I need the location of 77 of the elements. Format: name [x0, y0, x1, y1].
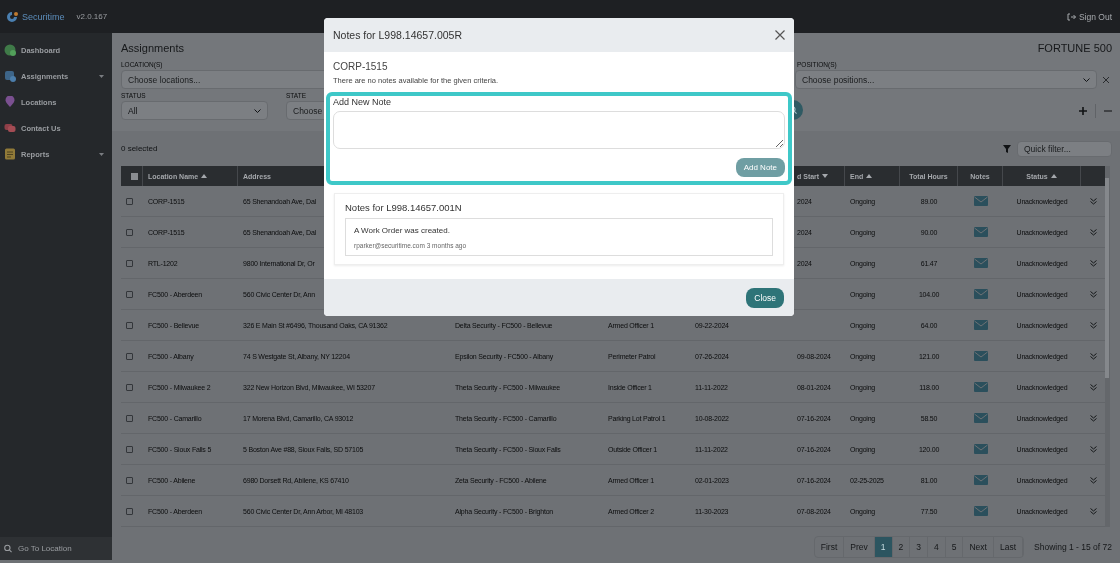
- row-checkbox[interactable]: [126, 507, 133, 515]
- row-checkbox[interactable]: [126, 321, 133, 329]
- row-checkbox[interactable]: [126, 197, 133, 205]
- status-select[interactable]: All: [121, 101, 268, 120]
- double-chevron-down-icon[interactable]: [1089, 507, 1097, 515]
- note-text: A Work Order was created.: [354, 226, 451, 235]
- row-checkbox[interactable]: [126, 259, 133, 267]
- envelope-icon[interactable]: [973, 258, 988, 268]
- page-button[interactable]: 4: [928, 537, 946, 557]
- row-checkbox[interactable]: [126, 476, 133, 484]
- envelope-icon[interactable]: [973, 413, 988, 423]
- row-checkbox[interactable]: [126, 352, 133, 360]
- envelope-icon[interactable]: [973, 289, 988, 299]
- row-checkbox[interactable]: [126, 228, 133, 236]
- sign-out-icon: [1066, 12, 1076, 21]
- envelope-icon[interactable]: [973, 382, 988, 392]
- envelope-icon[interactable]: [973, 227, 988, 237]
- envelope-icon[interactable]: [973, 506, 988, 516]
- menu-icon: [4, 122, 16, 134]
- double-chevron-down-icon[interactable]: [1089, 383, 1097, 391]
- double-chevron-down-icon[interactable]: [1089, 290, 1097, 298]
- client-name: FORTUNE 500: [1037, 42, 1112, 54]
- plus-icon[interactable]: [1079, 106, 1087, 115]
- logo-text: Securitime: [22, 11, 65, 22]
- envelope-icon[interactable]: [973, 351, 988, 361]
- double-chevron-down-icon[interactable]: [1089, 321, 1097, 329]
- row-checkbox[interactable]: [126, 414, 133, 422]
- search-icon: [4, 544, 12, 553]
- envelope-icon[interactable]: [973, 475, 988, 485]
- menu-icon: [4, 44, 16, 56]
- close-icon: [1102, 76, 1109, 83]
- version-label: v2.0.167: [76, 12, 108, 21]
- quick-filter-field[interactable]: Quick filter...: [1017, 140, 1112, 157]
- close-icon: [775, 30, 785, 40]
- close-button[interactable]: [775, 30, 785, 40]
- row-checkbox[interactable]: [126, 445, 133, 453]
- double-chevron-down-icon[interactable]: [1089, 476, 1097, 484]
- logo-icon: [5, 10, 19, 23]
- page-button[interactable]: 5: [945, 537, 964, 557]
- field-label: Add New Note: [333, 97, 393, 107]
- envelope-icon[interactable]: [973, 320, 988, 330]
- chevron-down-icon: [1083, 77, 1090, 82]
- page-button[interactable]: Last: [993, 537, 1023, 557]
- select-all-checkbox[interactable]: [131, 172, 138, 180]
- menu-icon: [4, 96, 16, 108]
- double-chevron-down-icon[interactable]: [1089, 352, 1097, 360]
- note-input[interactable]: [333, 111, 785, 149]
- go-to-location-field[interactable]: Go To Location: [0, 537, 112, 560]
- close-button[interactable]: Close: [746, 287, 784, 308]
- modal-title: Notes for L998.14657.005R: [333, 29, 462, 41]
- notes-title: Notes for L998.14657.001N: [345, 202, 463, 213]
- page-button[interactable]: 2: [892, 537, 911, 557]
- filter-icon: [1003, 144, 1011, 153]
- page-button[interactable]: First: [814, 537, 845, 557]
- envelope-icon[interactable]: [973, 196, 988, 206]
- row-checkbox[interactable]: [126, 383, 133, 391]
- page-button[interactable]: Next: [963, 537, 994, 557]
- page-title: Assignments: [121, 42, 184, 54]
- menu-icon: [4, 70, 16, 82]
- positions-input[interactable]: Choose positions...: [802, 74, 1083, 85]
- page-summary: Showing 1 - 15 of 72: [1034, 542, 1112, 552]
- envelope-icon[interactable]: [973, 444, 988, 454]
- positions-select[interactable]: Choose positions...: [795, 70, 1097, 89]
- page-button[interactable]: Prev: [844, 537, 875, 557]
- sign-out-link[interactable]: Sign Out: [1066, 11, 1112, 22]
- page-button[interactable]: 3: [910, 537, 928, 557]
- double-chevron-down-icon[interactable]: [1089, 445, 1097, 453]
- menu-icon: [4, 148, 16, 160]
- location-name: CORP-1515: [333, 61, 389, 72]
- selected-count: 0 selected: [121, 144, 158, 153]
- go-to-location-input[interactable]: Go To Location: [18, 544, 108, 553]
- chevron-down-icon: [254, 108, 261, 113]
- row-checkbox[interactable]: [126, 290, 133, 298]
- double-chevron-down-icon[interactable]: [1089, 228, 1097, 236]
- double-chevron-down-icon[interactable]: [1089, 197, 1097, 205]
- double-chevron-down-icon[interactable]: [1089, 414, 1097, 422]
- double-chevron-down-icon[interactable]: [1089, 259, 1097, 267]
